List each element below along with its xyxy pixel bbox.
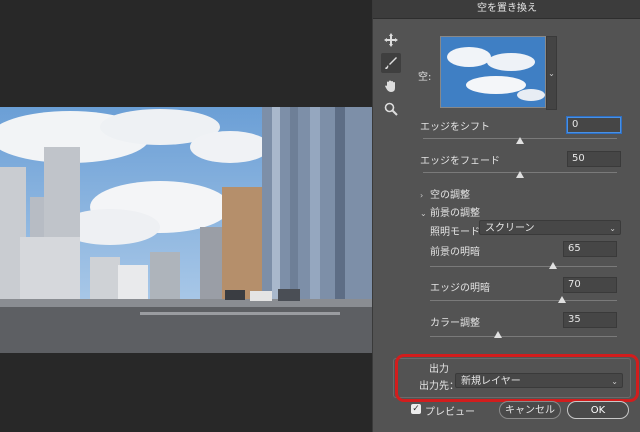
foreground-adjust-label: 前景の調整 xyxy=(430,208,480,219)
zoom-icon[interactable] xyxy=(381,99,401,119)
chevron-down-icon: ⌄ xyxy=(609,224,616,233)
lighting-mode-select[interactable]: スクリーン ⌄ xyxy=(479,220,621,235)
hand-icon[interactable] xyxy=(381,76,401,96)
color-adjust-label: カラー調整 xyxy=(430,318,480,329)
color-adjust-slider[interactable] xyxy=(494,331,502,338)
cancel-button[interactable]: キャンセル xyxy=(499,401,561,419)
sky-brush-icon[interactable] xyxy=(381,53,401,73)
city-photo xyxy=(0,107,372,353)
replace-sky-dialog: 空を置き換え 空: ⌄ エッジをシフト 0 エッジをフェード 50 › 空の調整 xyxy=(372,0,640,432)
sky-label: 空: xyxy=(418,72,432,83)
chevron-right-icon: › xyxy=(420,191,424,200)
color-adjust-track xyxy=(430,336,617,337)
edge-lighting-slider[interactable] xyxy=(558,296,566,303)
sky-dropdown-button[interactable]: ⌄ xyxy=(546,36,557,110)
fg-lighting-input[interactable]: 65 xyxy=(563,241,617,257)
sky-adjust-label: 空の調整 xyxy=(430,190,470,201)
edge-shift-label: エッジをシフト xyxy=(420,122,490,133)
edge-shift-input[interactable]: 0 xyxy=(567,117,621,133)
color-adjust-input[interactable]: 35 xyxy=(563,312,617,328)
dialog-title: 空を置き換え xyxy=(373,0,640,19)
move-tool-icon[interactable] xyxy=(381,30,401,50)
preview-checkbox[interactable]: ✓ xyxy=(411,404,421,414)
highlight-ring xyxy=(395,354,639,402)
edge-lighting-input[interactable]: 70 xyxy=(563,277,617,293)
ok-button[interactable]: OK xyxy=(567,401,629,419)
fg-lighting-label: 前景の明暗 xyxy=(430,247,480,258)
sky-preset-thumbnail[interactable] xyxy=(440,36,546,108)
sky-adjust-section[interactable]: › 空の調整 xyxy=(420,186,470,201)
edge-fade-input[interactable]: 50 xyxy=(567,151,621,167)
edge-fade-label: エッジをフェード xyxy=(420,156,500,167)
foreground-adjust-section[interactable]: ⌄ 前景の調整 xyxy=(420,204,480,219)
fg-lighting-slider[interactable] xyxy=(549,262,557,269)
fg-lighting-track xyxy=(430,266,617,267)
preview-label: プレビュー xyxy=(425,407,475,418)
edge-fade-slider[interactable] xyxy=(516,171,524,178)
edge-shift-slider[interactable] xyxy=(516,137,524,144)
lighting-mode-value: スクリーン xyxy=(485,223,535,234)
tool-column xyxy=(381,30,403,122)
edge-lighting-label: エッジの明暗 xyxy=(430,283,490,294)
chevron-down-icon: ⌄ xyxy=(420,209,427,218)
edge-lighting-track xyxy=(430,300,617,301)
